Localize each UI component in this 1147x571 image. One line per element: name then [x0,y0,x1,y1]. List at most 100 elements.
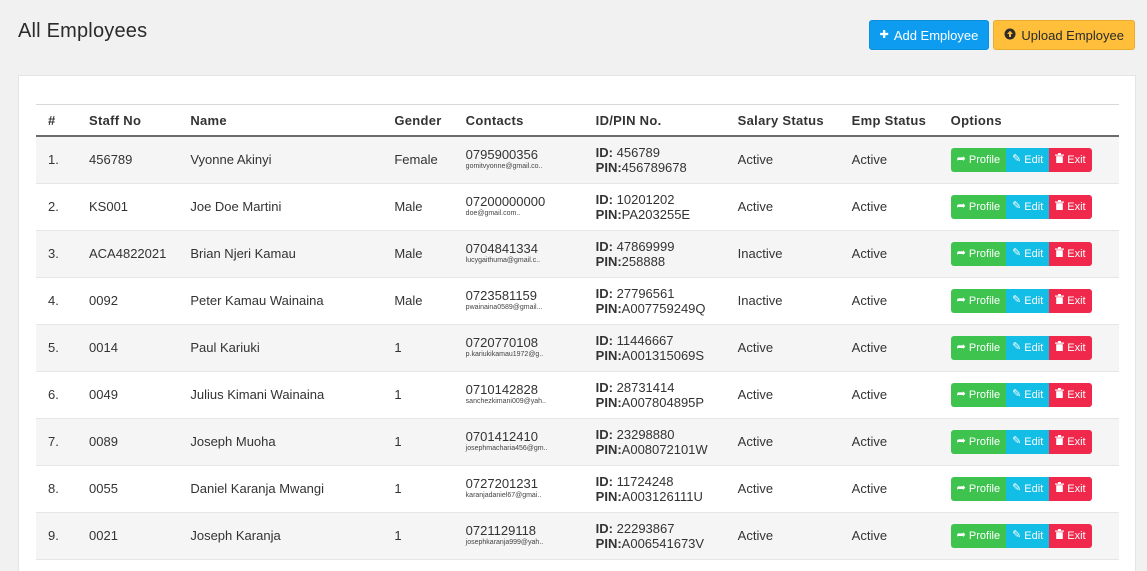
exit-button[interactable]: Exit [1049,476,1092,501]
phone: 07200000000 [465,193,546,209]
col-header-id-pin[interactable]: ID/PIN No. [584,105,726,137]
edit-button[interactable]: ✎ Edit [1006,476,1050,501]
table-row[interactable]: 2. KS001 Joe Doe Martini Male 0720000000… [36,183,1119,230]
id-line: ID: 456789 [596,145,714,160]
table-row[interactable]: 1. 456789 Vyonne Akinyi Female 079590035… [36,136,1119,183]
share-arrow-icon: ➦ [956,388,966,400]
exit-button[interactable]: Exit [1049,147,1092,172]
exit-button[interactable]: Exit [1049,382,1092,407]
contacts-cell: 07200000000 doe@gmail.com.. [454,183,584,230]
table-row[interactable]: 9. 0021 Joseph Karanja 1 0721129118 jose… [36,512,1119,559]
contacts-cell: 0727201231 karanjadaniel67@gmai.. [454,465,584,512]
col-header-gender[interactable]: Gender [382,105,453,137]
options-group: ➦ Profile ✎ Edit Exit [950,429,1107,454]
table-row[interactable]: 6. 0049 Julius Kimani Wainaina 1 0710142… [36,371,1119,418]
exit-button[interactable]: Exit [1049,241,1092,266]
profile-button[interactable]: ➦ Profile [950,241,1007,266]
id-pin-cell: ID: 47869999 PIN:258888 [584,230,726,277]
profile-button[interactable]: ➦ Profile [950,194,1007,219]
profile-button[interactable]: ➦ Profile [950,476,1007,501]
salary-status: Active [737,481,774,496]
edit-button[interactable]: ✎ Edit [1006,429,1050,454]
table-row[interactable]: 7. 0089 Joseph Muoha 1 0701412410 joseph… [36,418,1119,465]
profile-button[interactable]: ➦ Profile [950,288,1007,313]
pin-value: A007804895P [621,394,705,410]
phone: 0727201231 [465,475,538,491]
share-arrow-icon: ➦ [956,341,966,353]
edit-icon: ✎ [1012,294,1022,306]
id-value: 456789 [616,144,661,160]
col-header-staff-no[interactable]: Staff No [77,105,178,137]
gender: Female [394,152,438,168]
col-header-num[interactable]: # [36,105,77,137]
staff-no: KS001 [89,199,129,214]
pin-value: 456789678 [621,159,687,175]
exit-button[interactable]: Exit [1049,194,1092,219]
gender: Male [394,293,423,308]
edit-button[interactable]: ✎ Edit [1006,382,1050,407]
profile-button[interactable]: ➦ Profile [950,523,1007,548]
col-header-name[interactable]: Name [178,105,382,137]
contacts-cell: 0701412410 josephmacharia456@gm.. [454,418,584,465]
profile-button[interactable]: ➦ Profile [950,429,1007,454]
edit-button[interactable]: ✎ Edit [1006,335,1050,360]
upload-employee-button[interactable]: Upload Employee [993,20,1135,50]
profile-button[interactable]: ➦ Profile [950,147,1007,172]
email: gomitvyonne@gmail.co.. [465,162,543,170]
edit-button[interactable]: ✎ Edit [1006,523,1050,548]
profile-button[interactable]: ➦ Profile [950,335,1007,360]
table-row[interactable]: 8. 0055 Daniel Karanja Mwangi 1 07272012… [36,465,1119,512]
edit-button[interactable]: ✎ Edit [1006,241,1050,266]
edit-label: Edit [1024,247,1044,260]
id-value: 22293867 [616,520,675,536]
options-cell: ➦ Profile ✎ Edit Exit [939,324,1119,371]
options-group: ➦ Profile ✎ Edit Exit [950,241,1107,266]
edit-button[interactable]: ✎ Edit [1006,288,1050,313]
table-row[interactable]: 5. 0014 Paul Kariuki 1 0720770108 p.kari… [36,324,1119,371]
email: josephkaranja999@yah.. [465,538,544,546]
options-cell: ➦ Profile ✎ Edit Exit [939,277,1119,324]
staff-no: 0014 [89,340,118,355]
gender: 1 [394,387,402,402]
share-arrow-icon: ➦ [956,529,966,541]
id-line: ID: 11724248 [596,474,714,489]
edit-button[interactable]: ✎ Edit [1006,147,1050,172]
col-header-salary-status[interactable]: Salary Status [726,105,840,137]
emp-status: Active [851,199,888,214]
exit-button[interactable]: Exit [1049,288,1092,313]
id-pin-cell: ID: 27796561 PIN:A007759249Q [584,277,726,324]
gender: Male [394,246,423,261]
id-line: ID: 47869999 [596,239,714,254]
exit-label: Exit [1067,529,1086,542]
exit-label: Exit [1067,482,1086,495]
gender: 1 [394,528,402,543]
salary-status: Active [737,434,774,449]
exit-button[interactable]: Exit [1049,523,1092,548]
id-value: 10201202 [616,191,675,207]
staff-no: 0021 [89,528,118,543]
profile-label: Profile [968,341,1001,354]
profile-label: Profile [968,294,1001,307]
pin-prefix: PIN: [595,441,622,457]
profile-button[interactable]: ➦ Profile [950,382,1007,407]
pin-value: A007759249Q [621,300,706,316]
employees-page: All Employees ✚ Add Employee Upload Empl… [0,0,1147,571]
emp-status: Active [851,481,888,496]
row-number: 5. [48,340,59,355]
email: karanjadaniel67@gmai.. [465,491,542,499]
table-row[interactable]: 3. ACA4822021 Brian Njeri Kamau Male 070… [36,230,1119,277]
col-header-contacts[interactable]: Contacts [454,105,584,137]
trash-icon [1055,341,1065,354]
exit-button[interactable]: Exit [1049,429,1092,454]
employees-table: # Staff No Name Gender Contacts ID/PIN N… [36,104,1119,560]
options-cell: ➦ Profile ✎ Edit Exit [939,465,1119,512]
edit-icon: ✎ [1012,153,1022,166]
trash-icon [1055,200,1065,213]
pin-prefix: PIN: [595,206,622,222]
edit-button[interactable]: ✎ Edit [1006,194,1050,219]
add-employee-button[interactable]: ✚ Add Employee [868,20,990,50]
exit-button[interactable]: Exit [1049,335,1092,360]
row-number: 8. [48,481,59,496]
table-row[interactable]: 4. 0092 Peter Kamau Wainaina Male 072358… [36,277,1119,324]
col-header-emp-status[interactable]: Emp Status [840,105,939,137]
